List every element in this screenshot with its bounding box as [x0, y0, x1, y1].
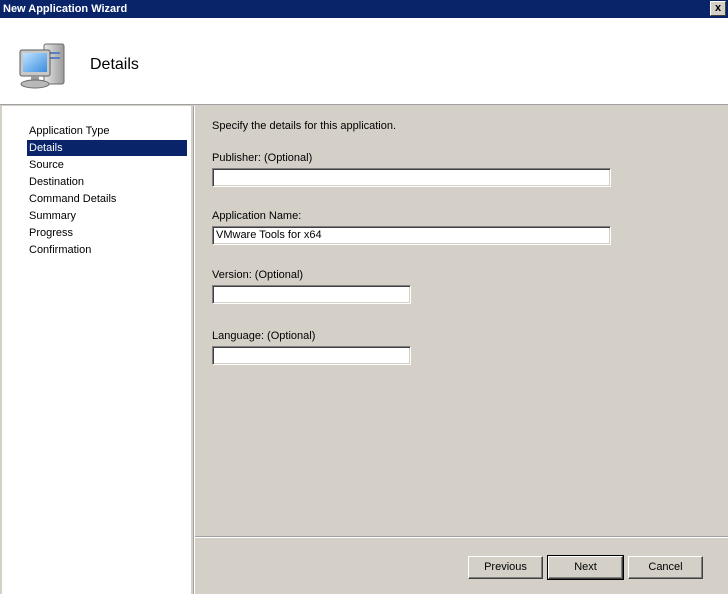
step-source[interactable]: Source [27, 157, 187, 173]
close-button[interactable]: x [710, 1, 726, 16]
app-name-label: Application Name: [212, 210, 302, 222]
page-title: Details [90, 56, 139, 73]
wizard-header: Details [0, 18, 728, 105]
window-title: New Application Wizard [3, 3, 128, 15]
window-titlebar: New Application Wizard x [0, 0, 728, 18]
computer-icon [19, 43, 65, 89]
close-icon: x [714, 2, 722, 14]
steps-panel: Application Type Details Source Destinat… [2, 106, 193, 594]
language-field[interactable] [212, 346, 411, 365]
step-confirmation[interactable]: Confirmation [27, 242, 187, 258]
cancel-button[interactable]: Cancel [628, 556, 703, 579]
language-label: Language: (Optional) [212, 330, 316, 342]
step-details[interactable]: Details [27, 140, 187, 156]
intro-text: Specify the details for this application… [212, 120, 397, 132]
step-destination[interactable]: Destination [27, 174, 187, 190]
publisher-label: Publisher: (Optional) [212, 152, 313, 164]
version-field[interactable] [212, 285, 411, 304]
previous-button[interactable]: Previous [468, 556, 543, 579]
app-name-field[interactable]: VMware Tools for x64 [212, 226, 611, 245]
version-label: Version: (Optional) [212, 269, 304, 281]
step-summary[interactable]: Summary [27, 208, 187, 224]
details-form: Specify the details for this application… [195, 106, 728, 536]
publisher-field[interactable] [212, 168, 611, 187]
button-separator [195, 536, 728, 538]
next-button[interactable]: Next [547, 555, 624, 580]
step-progress[interactable]: Progress [27, 225, 187, 241]
step-command-details[interactable]: Command Details [27, 191, 187, 207]
step-application-type[interactable]: Application Type [27, 123, 187, 139]
